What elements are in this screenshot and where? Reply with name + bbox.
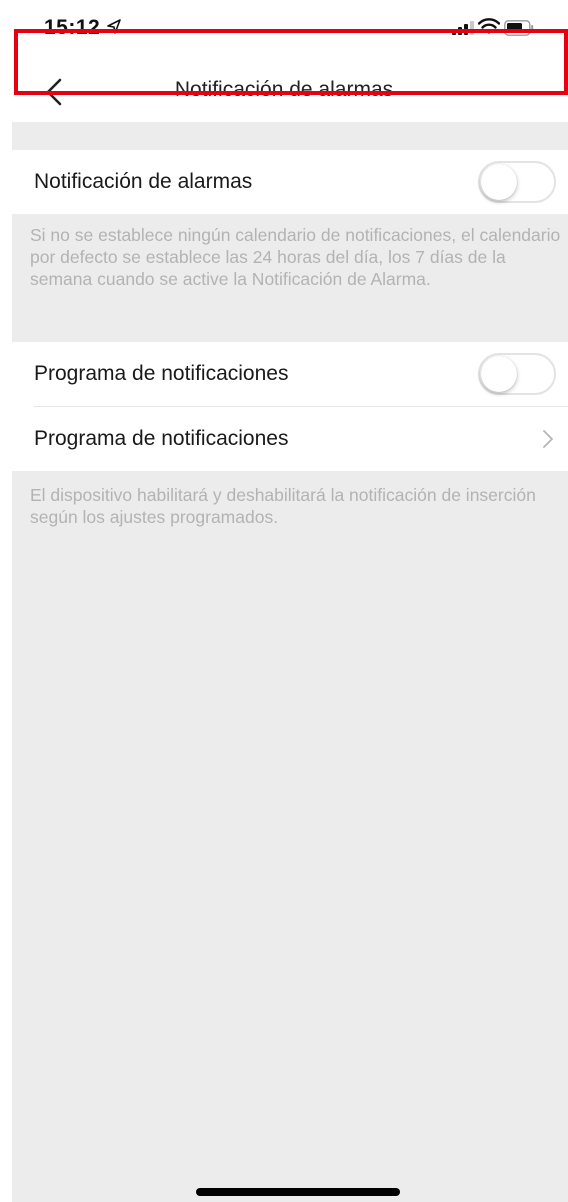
- settings-content: Notificación de alarmas Si no se estable…: [12, 122, 568, 1202]
- alarm-notification-help: Si no se establece ningún calendario de …: [30, 225, 561, 289]
- alarm-notification-label: Notificación de alarmas: [34, 170, 253, 193]
- schedule-help: El dispositivo habilitará y deshabilitar…: [30, 485, 536, 527]
- toggle-knob: [481, 164, 517, 200]
- schedule-toggle[interactable]: [478, 353, 556, 395]
- battery-icon: [504, 20, 534, 36]
- navigation-bar: Notificación de alarmas: [0, 62, 568, 122]
- wifi-icon: [478, 18, 500, 34]
- status-time: 15:12: [44, 16, 101, 39]
- schedule-toggle-row: Programa de notificaciones: [12, 342, 568, 406]
- alarm-notification-row: Notificación de alarmas: [12, 150, 568, 214]
- toggle-knob: [481, 356, 517, 392]
- page-title: Notificación de alarmas: [174, 78, 394, 101]
- schedule-group: Programa de notificaciones Programa de n…: [12, 342, 568, 471]
- schedule-link-label: Programa de notificaciones: [34, 427, 289, 450]
- location-arrow-icon: [107, 19, 121, 34]
- home-indicator: [196, 1188, 400, 1196]
- schedule-link-row[interactable]: Programa de notificaciones: [12, 407, 568, 471]
- alarm-notification-toggle[interactable]: [478, 161, 556, 203]
- cellular-signal-icon: [452, 21, 474, 35]
- status-bar: 15:12: [0, 0, 568, 62]
- schedule-toggle-label: Programa de notificaciones: [34, 362, 289, 385]
- chevron-right-icon: [543, 430, 553, 448]
- screen: 15:12 Notificación de alarmas Notificaci…: [0, 0, 568, 1202]
